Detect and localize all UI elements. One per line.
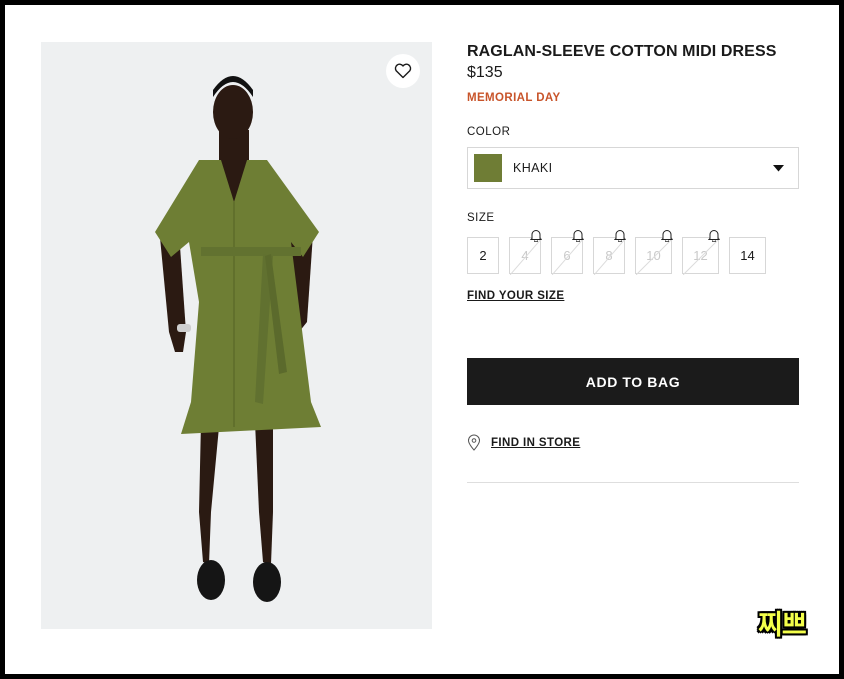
size-label: SIZE: [467, 212, 495, 224]
unavailable-strike: [594, 238, 626, 275]
page-frame: RAGLAN-SLEEVE COTTON MIDI DRESS $135 MEM…: [5, 5, 839, 674]
bell-icon: [708, 230, 720, 242]
divider: [467, 482, 799, 483]
bell-icon: [661, 230, 673, 242]
size-option-4[interactable]: 4: [509, 230, 542, 275]
bell-icon: [614, 230, 626, 242]
size-option-label: 14: [740, 248, 755, 263]
add-to-bag-button[interactable]: ADD TO BAG: [467, 358, 799, 405]
product-title: RAGLAN-SLEEVE COTTON MIDI DRESS: [467, 43, 777, 60]
size-option-label: 2: [479, 248, 487, 263]
size-option-2[interactable]: 2: [467, 237, 499, 274]
find-your-size-link[interactable]: FIND YOUR SIZE: [467, 290, 564, 302]
size-option-6[interactable]: 6: [551, 230, 584, 275]
color-swatch: [474, 154, 502, 182]
size-option-10[interactable]: 10: [635, 230, 673, 275]
product-price: $135: [467, 64, 503, 81]
unavailable-strike: [636, 238, 673, 275]
bell-icon: [530, 230, 542, 242]
caret-down-icon: [773, 165, 784, 172]
unavailable-strike: [552, 238, 584, 275]
unavailable-strike: [683, 238, 720, 275]
find-in-store-row: FIND IN STORE: [467, 434, 799, 451]
location-pin-icon: [467, 434, 481, 451]
unavailable-strike: [510, 238, 542, 275]
color-dropdown[interactable]: KHAKI: [467, 147, 799, 189]
promo-label: MEMORIAL DAY: [467, 92, 561, 104]
color-label: COLOR: [467, 126, 511, 138]
size-option-12[interactable]: 12: [682, 230, 720, 275]
product-details: RAGLAN-SLEEVE COTTON MIDI DRESS $135 MEM…: [467, 42, 799, 483]
heart-icon: [394, 63, 412, 79]
bell-icon: [572, 230, 584, 242]
size-selector: 2 4 6 8 10 12 14: [467, 230, 799, 275]
find-in-store-link[interactable]: FIND IN STORE: [491, 437, 580, 449]
wishlist-button[interactable]: [386, 54, 420, 88]
product-image: [41, 42, 432, 629]
model-illustration: [155, 76, 321, 602]
selected-color: KHAKI: [513, 161, 553, 175]
size-option-8[interactable]: 8: [593, 230, 626, 275]
size-option-14[interactable]: 14: [729, 237, 766, 274]
watermark-text: 찌쁘: [758, 610, 807, 641]
